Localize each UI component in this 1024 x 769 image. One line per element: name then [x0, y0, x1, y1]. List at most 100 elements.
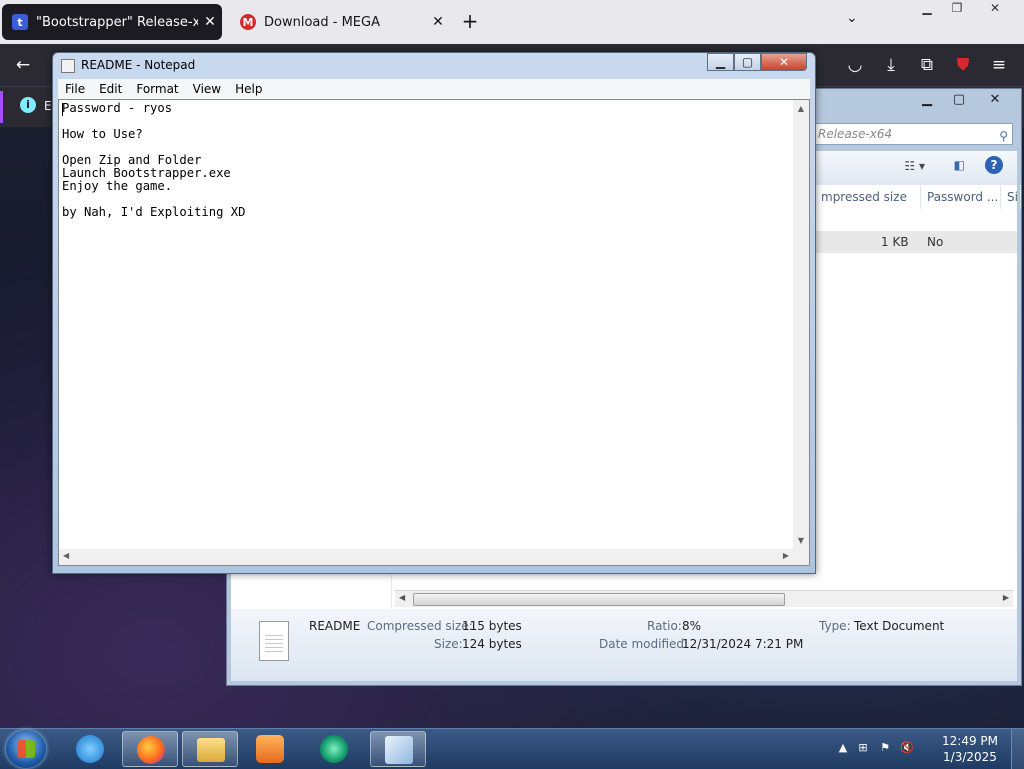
text-editor[interactable]: Password - ryos How to Use? Open Zip and… — [58, 99, 810, 566]
file-explorer-icon — [197, 738, 225, 762]
taskbar-file-explorer[interactable] — [182, 731, 238, 767]
tumblr-favicon-icon: t — [12, 14, 28, 30]
info-icon: i — [20, 97, 36, 113]
window-title: README - Notepad — [81, 58, 196, 72]
notepad-icon — [385, 736, 413, 764]
notepad-icon[interactable] — [61, 59, 75, 73]
downloads-icon[interactable]: ⤓ — [878, 52, 904, 78]
scrollbar-corner — [793, 549, 809, 565]
menu-edit[interactable]: Edit — [92, 79, 129, 99]
text-caret — [62, 103, 63, 116]
table-row[interactable] — [815, 231, 1017, 253]
horizontal-scrollbar[interactable]: ◀ ▶ — [59, 549, 793, 565]
tab-strip: t "Bootstrapper" Release-x64.zip ✕ M Dow… — [0, 0, 1024, 44]
clock[interactable]: 12:49 PM 1/3/2025 — [942, 733, 998, 765]
pocket-icon[interactable]: ◡ — [842, 52, 868, 78]
tab-list-chevron-icon[interactable]: ⌄ — [846, 10, 858, 26]
notepad-window: README - Notepad ▁ ▢ ✕ File Edit Format … — [52, 52, 816, 574]
column-header-password[interactable]: Password ... — [921, 185, 1001, 209]
date-modified-value: 12/31/2024 7:21 PM — [682, 637, 804, 651]
infobar-text: E — [44, 99, 52, 113]
search-text: Release-x64 — [818, 127, 893, 141]
restore-button[interactable]: ❐ — [942, 0, 972, 18]
extensions-icon[interactable]: ⧉ — [914, 52, 940, 78]
taskbar-internet-explorer[interactable] — [62, 731, 118, 767]
windows-logo-icon — [17, 740, 35, 758]
view-options-icon[interactable]: ☷ ▾ — [904, 159, 925, 173]
menu-view[interactable]: View — [186, 79, 228, 99]
clock-time: 12:49 PM — [942, 734, 998, 748]
close-tab-icon[interactable]: ✕ — [426, 14, 450, 30]
vertical-scrollbar[interactable]: ▲ ▼ — [793, 100, 809, 549]
column-header-compressed-size[interactable]: mpressed size — [815, 185, 921, 209]
taskbar-notepad[interactable] — [370, 731, 426, 767]
file-name: README — [309, 619, 361, 633]
scroll-left-icon[interactable]: ◀ — [63, 551, 69, 560]
taskbar-firefox[interactable] — [122, 731, 178, 767]
minimize-button[interactable]: ▁ — [911, 91, 943, 109]
maximize-button[interactable]: ▢ — [734, 53, 761, 71]
scroll-up-icon[interactable]: ▲ — [793, 104, 809, 113]
close-button[interactable]: ✕ — [975, 91, 1015, 109]
scroll-down-icon[interactable]: ▼ — [793, 536, 809, 545]
new-tab-button[interactable]: + — [458, 10, 482, 34]
help-icon[interactable]: ? — [985, 156, 1003, 174]
close-button[interactable]: ✕ — [761, 53, 807, 71]
show-hidden-icons-icon[interactable]: ▲ — [836, 741, 850, 755]
ratio-label: Ratio: — [647, 619, 682, 633]
size-label: Size: — [434, 637, 463, 651]
menu-format[interactable]: Format — [129, 79, 185, 99]
app-icon — [320, 735, 348, 763]
type-value: Text Document — [854, 619, 945, 633]
column-header-size[interactable]: Si — [1001, 185, 1021, 209]
taskbar-app[interactable] — [306, 731, 362, 767]
scroll-right-icon[interactable]: ▶ — [783, 551, 789, 560]
horizontal-scrollbar[interactable]: ◀ ▶ — [395, 590, 1013, 607]
minimize-button[interactable]: ▁ — [707, 53, 734, 71]
document-text[interactable]: Password - ryos How to Use? Open Zip and… — [62, 102, 789, 219]
close-tab-icon[interactable]: ✕ — [198, 14, 222, 30]
details-pane: README Compressed size: 115 bytes Size: … — [231, 609, 1017, 681]
date-modified-label: Date modified: — [599, 637, 689, 651]
tab-mega[interactable]: M Download - MEGA ✕ — [230, 4, 450, 40]
action-center-flag-icon[interactable]: ⚑ — [878, 741, 892, 755]
compressed-size-label: Compressed size: — [367, 619, 473, 633]
firefox-icon — [137, 736, 165, 764]
volume-muted-icon[interactable]: 🔇 — [900, 741, 914, 755]
scrollbar-thumb[interactable] — [413, 593, 785, 606]
search-icon[interactable]: ⚲ — [999, 126, 1008, 146]
ratio-value: 8% — [682, 619, 702, 633]
menu-file[interactable]: File — [58, 79, 92, 99]
menu-bar: File Edit Format View Help — [58, 79, 810, 99]
scroll-left-icon[interactable]: ◀ — [399, 593, 405, 602]
notepad-window-controls: ▁ ▢ ✕ — [707, 53, 807, 71]
explorer-window-controls: ▁ ▢ ✕ — [911, 91, 1015, 109]
show-desktop-button[interactable] — [1011, 729, 1024, 769]
row-password: No — [927, 235, 944, 249]
clock-date: 1/3/2025 — [943, 750, 997, 764]
minimize-button[interactable]: ▁ — [912, 0, 942, 18]
start-button[interactable] — [6, 730, 46, 768]
infobar-accent — [0, 91, 3, 123]
preview-pane-icon[interactable]: ◧ — [954, 158, 965, 172]
tab-label: Download - MEGA — [264, 14, 380, 30]
menu-help[interactable]: Help — [228, 79, 269, 99]
tab-bootstrapper[interactable]: t "Bootstrapper" Release-x64.zip ✕ — [2, 4, 222, 40]
maximize-button[interactable]: ▢ — [943, 91, 975, 109]
media-player-icon — [256, 735, 284, 763]
taskbar-media-player[interactable] — [242, 731, 298, 767]
taskbar: ▲ ⊞ ⚑ 🔇 12:49 PM 1/3/2025 — [0, 728, 1024, 769]
network-icon[interactable]: ⊞ — [856, 741, 870, 755]
ublock-icon[interactable]: ⛊ — [950, 52, 976, 78]
size-value: 124 bytes — [462, 637, 522, 651]
text-document-icon — [259, 621, 289, 661]
menu-icon[interactable]: ≡ — [986, 52, 1012, 78]
search-input[interactable]: Release-x64 ⚲ — [813, 123, 1013, 145]
internet-explorer-icon — [76, 735, 104, 763]
close-button[interactable]: ✕ — [972, 0, 1018, 18]
back-button[interactable]: ← — [10, 52, 36, 78]
tab-label: "Bootstrapper" Release-x64.zip — [36, 14, 198, 30]
row-compressed-size: 1 KB — [881, 235, 909, 249]
scroll-right-icon[interactable]: ▶ — [1003, 593, 1009, 602]
type-label: Type: — [819, 619, 851, 633]
